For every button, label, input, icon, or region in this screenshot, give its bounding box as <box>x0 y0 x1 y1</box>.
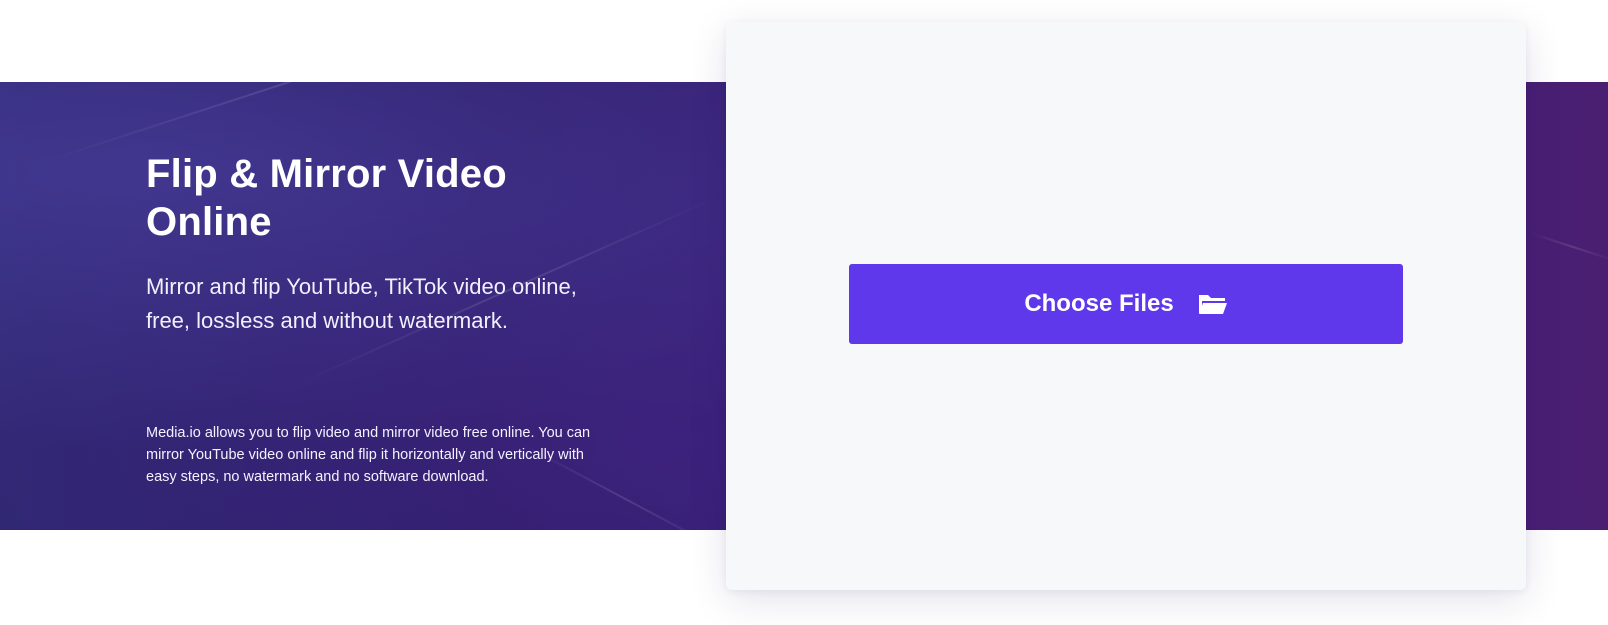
hero-subtitle: Mirror and flip YouTube, TikTok video on… <box>146 274 577 333</box>
choose-files-label: Choose Files <box>1024 290 1174 317</box>
page-title: Flip & Mirror Video Online <box>146 152 507 244</box>
background-streak <box>39 1 535 164</box>
upload-card: Choose Files <box>726 22 1526 590</box>
folder-open-icon <box>1198 292 1228 316</box>
hero-text-block: Flip & Mirror Video Online Mirror and fl… <box>146 150 626 338</box>
background-streak <box>1529 232 1608 262</box>
hero-description: Media.io allows you to flip video and mi… <box>146 425 591 485</box>
page: Flip & Mirror Video Online Mirror and fl… <box>0 0 1608 625</box>
choose-files-button[interactable]: Choose Files <box>849 264 1403 344</box>
